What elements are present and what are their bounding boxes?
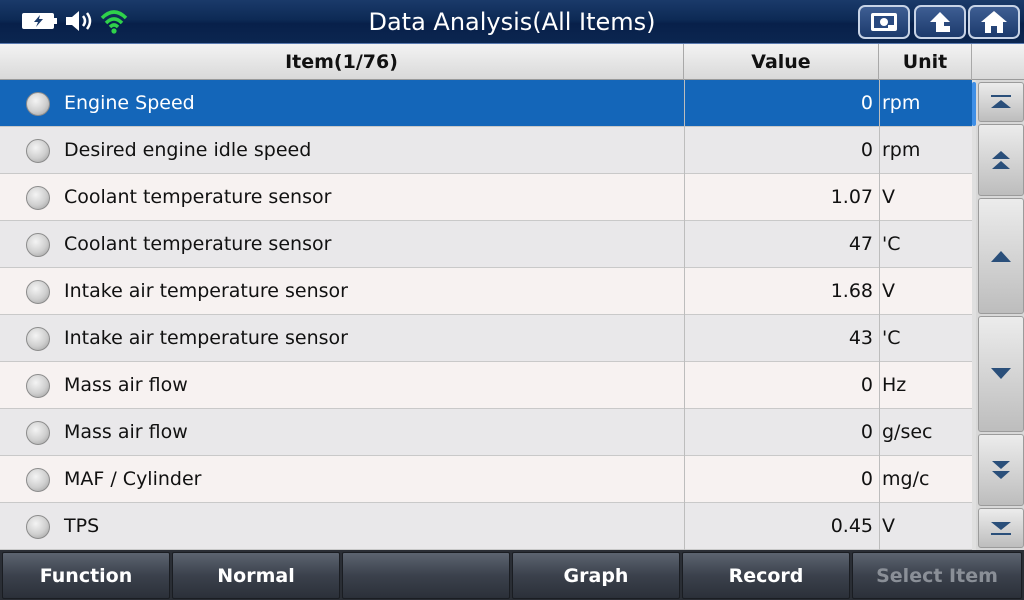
row-name: Engine Speed xyxy=(64,92,195,114)
record-button[interactable]: Record xyxy=(682,552,850,599)
column-header-value: Value xyxy=(684,44,879,80)
radio-button[interactable] xyxy=(26,186,50,210)
row-name: MAF / Cylinder xyxy=(64,468,202,490)
row-unit: 'C xyxy=(879,315,972,362)
column-header-item: Item(1/76) xyxy=(0,44,684,80)
row-value: 47 xyxy=(684,221,879,268)
function-bar: Function Normal Graph Record Select Item xyxy=(0,550,1024,600)
scroll-top-icon xyxy=(991,95,1011,108)
column-header-scroll xyxy=(972,44,1024,80)
line-down-button[interactable] xyxy=(978,316,1024,432)
table-row[interactable]: MAF / Cylinder 0 mg/c xyxy=(0,456,972,503)
page-down-button[interactable] xyxy=(978,434,1024,506)
scrollbar-thumb[interactable] xyxy=(972,82,976,126)
row-name: Desired engine idle speed xyxy=(64,139,312,161)
radio-button[interactable] xyxy=(26,92,50,116)
screenshot-button[interactable] xyxy=(858,5,910,39)
row-value: 1.68 xyxy=(684,268,879,315)
row-name: Mass air flow xyxy=(64,421,188,443)
table-row[interactable]: Mass air flow 0 Hz xyxy=(0,362,972,409)
radio-button[interactable] xyxy=(26,233,50,257)
row-name: TPS xyxy=(64,515,100,537)
table-header: Item(1/76) Value Unit xyxy=(0,44,1024,80)
radio-button[interactable] xyxy=(26,139,50,163)
scroll-top-button[interactable] xyxy=(978,82,1024,122)
table-row[interactable]: Mass air flow 0 g/sec xyxy=(0,409,972,456)
row-unit: V xyxy=(879,174,972,221)
function-button[interactable]: Function xyxy=(2,552,170,599)
row-unit: g/sec xyxy=(879,409,972,456)
row-name: Mass air flow xyxy=(64,374,188,396)
row-value: 0 xyxy=(684,362,879,409)
column-header-unit: Unit xyxy=(879,44,972,80)
row-value: 43 xyxy=(684,315,879,362)
row-value: 0 xyxy=(684,127,879,174)
row-value: 0 xyxy=(684,409,879,456)
row-unit: rpm xyxy=(879,80,972,127)
row-unit: 'C xyxy=(879,221,972,268)
page-up-button[interactable] xyxy=(978,124,1024,196)
normal-button[interactable]: Normal xyxy=(172,552,340,599)
row-unit: V xyxy=(879,503,972,550)
radio-button[interactable] xyxy=(26,468,50,492)
back-button[interactable] xyxy=(914,5,966,39)
row-unit: V xyxy=(879,268,972,315)
row-name: Intake air temperature sensor xyxy=(64,280,348,302)
row-unit: rpm xyxy=(879,127,972,174)
page-down-icon xyxy=(992,461,1010,479)
radio-button[interactable] xyxy=(26,515,50,539)
line-down-icon xyxy=(991,368,1011,379)
radio-button[interactable] xyxy=(26,327,50,351)
radio-button[interactable] xyxy=(26,280,50,304)
table-row[interactable]: Desired engine idle speed 0 rpm xyxy=(0,127,972,174)
row-value: 0.45 xyxy=(684,503,879,550)
row-value: 1.07 xyxy=(684,174,879,221)
scroll-bottom-button[interactable] xyxy=(978,508,1024,548)
table-row[interactable]: Coolant temperature sensor 1.07 V xyxy=(0,174,972,221)
line-up-icon xyxy=(991,251,1011,262)
table-row[interactable]: Coolant temperature sensor 47 'C xyxy=(0,221,972,268)
row-unit: mg/c xyxy=(879,456,972,503)
radio-button[interactable] xyxy=(26,374,50,398)
row-name: Coolant temperature sensor xyxy=(64,233,332,255)
home-button[interactable] xyxy=(968,5,1020,39)
home-icon xyxy=(981,11,1007,33)
row-name: Intake air temperature sensor xyxy=(64,327,348,349)
graph-button[interactable]: Graph xyxy=(512,552,680,599)
screenshot-icon xyxy=(871,13,897,31)
row-value: 0 xyxy=(684,456,879,503)
back-icon xyxy=(930,12,950,32)
table-row[interactable]: Engine Speed 0 rpm xyxy=(0,80,972,127)
line-up-button[interactable] xyxy=(978,198,1024,314)
row-name: Coolant temperature sensor xyxy=(64,186,332,208)
title-bar: Data Analysis(All Items) xyxy=(0,0,1024,44)
row-value: 0 xyxy=(684,80,879,127)
row-unit: Hz xyxy=(879,362,972,409)
table-row[interactable]: Intake air temperature sensor 43 'C xyxy=(0,315,972,362)
select-item-button[interactable]: Select Item xyxy=(852,552,1022,599)
data-list: Engine Speed 0 rpm Desired engine idle s… xyxy=(0,80,972,550)
table-row[interactable]: Intake air temperature sensor 1.68 V xyxy=(0,268,972,315)
page-up-icon xyxy=(992,151,1010,169)
scroll-bottom-icon xyxy=(991,522,1011,535)
radio-button[interactable] xyxy=(26,421,50,445)
scrollbar[interactable] xyxy=(972,80,976,550)
scroll-panel xyxy=(972,80,1024,550)
table-row[interactable]: TPS 0.45 V xyxy=(0,503,972,550)
empty-button[interactable] xyxy=(342,552,510,599)
